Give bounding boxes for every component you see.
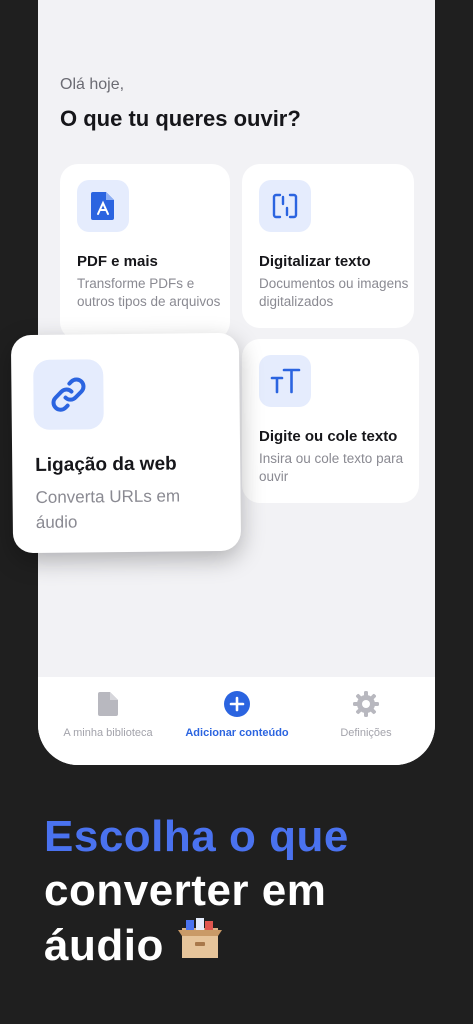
- pdf-option-card[interactable]: PDF e mais Transforme PDFs e outros tipo…: [60, 164, 230, 340]
- pdf-file-icon: [77, 180, 129, 232]
- scan-text-option-card[interactable]: Digitalizar texto Documentos ou imagens …: [242, 164, 414, 328]
- plus-circle-icon: [224, 691, 250, 717]
- pdf-option-title: PDF e mais: [77, 253, 158, 270]
- tab-library-label: A minha biblioteca: [63, 727, 153, 739]
- tab-settings[interactable]: Definições: [300, 691, 432, 739]
- link-icon: [33, 359, 104, 430]
- greeting-text: Olá hoje,: [60, 76, 125, 93]
- tab-library[interactable]: A minha biblioteca: [42, 691, 174, 739]
- promo-headline: Escolha o que converter em áudio: [44, 810, 349, 973]
- scan-text-icon: [259, 180, 311, 232]
- type-text-option-card[interactable]: Digite ou cole texto Insira ou cole text…: [242, 339, 419, 503]
- type-text-option-description: Insira ou cole texto para ouvir: [259, 451, 404, 484]
- tab-add-content[interactable]: Adicionar conteúdo: [171, 691, 303, 739]
- web-link-option-card[interactable]: Ligação da web Converta URLs em áudio: [10, 332, 242, 554]
- tab-settings-label: Definições: [340, 727, 392, 739]
- web-link-option-description: Converta URLs em áudio: [35, 486, 181, 532]
- bottom-tab-bar: A minha biblioteca Adicionar conteúdo De…: [38, 677, 435, 765]
- gear-icon: [353, 691, 379, 717]
- headline-line-3: áudio: [44, 920, 164, 970]
- scan-text-option-description: Documentos ou imagens digitalizados: [259, 276, 409, 309]
- headline-line-1: Escolha o que: [44, 812, 349, 861]
- page-title: O que tu queres ouvir?: [60, 106, 301, 131]
- headline-line-2: converter em: [44, 866, 327, 915]
- document-icon: [98, 691, 118, 717]
- pdf-option-description: Transforme PDFs e outros tipos de arquiv…: [77, 276, 221, 309]
- scan-text-option-title: Digitalizar texto: [259, 253, 371, 270]
- card-file-box-icon: [176, 918, 224, 973]
- web-link-option-title: Ligação da web: [35, 453, 177, 476]
- tab-add-content-label: Adicionar conteúdo: [185, 727, 289, 739]
- headline-line-3-wrap: áudio: [44, 918, 349, 973]
- text-size-icon: [259, 355, 311, 407]
- type-text-option-title: Digite ou cole texto: [259, 428, 398, 445]
